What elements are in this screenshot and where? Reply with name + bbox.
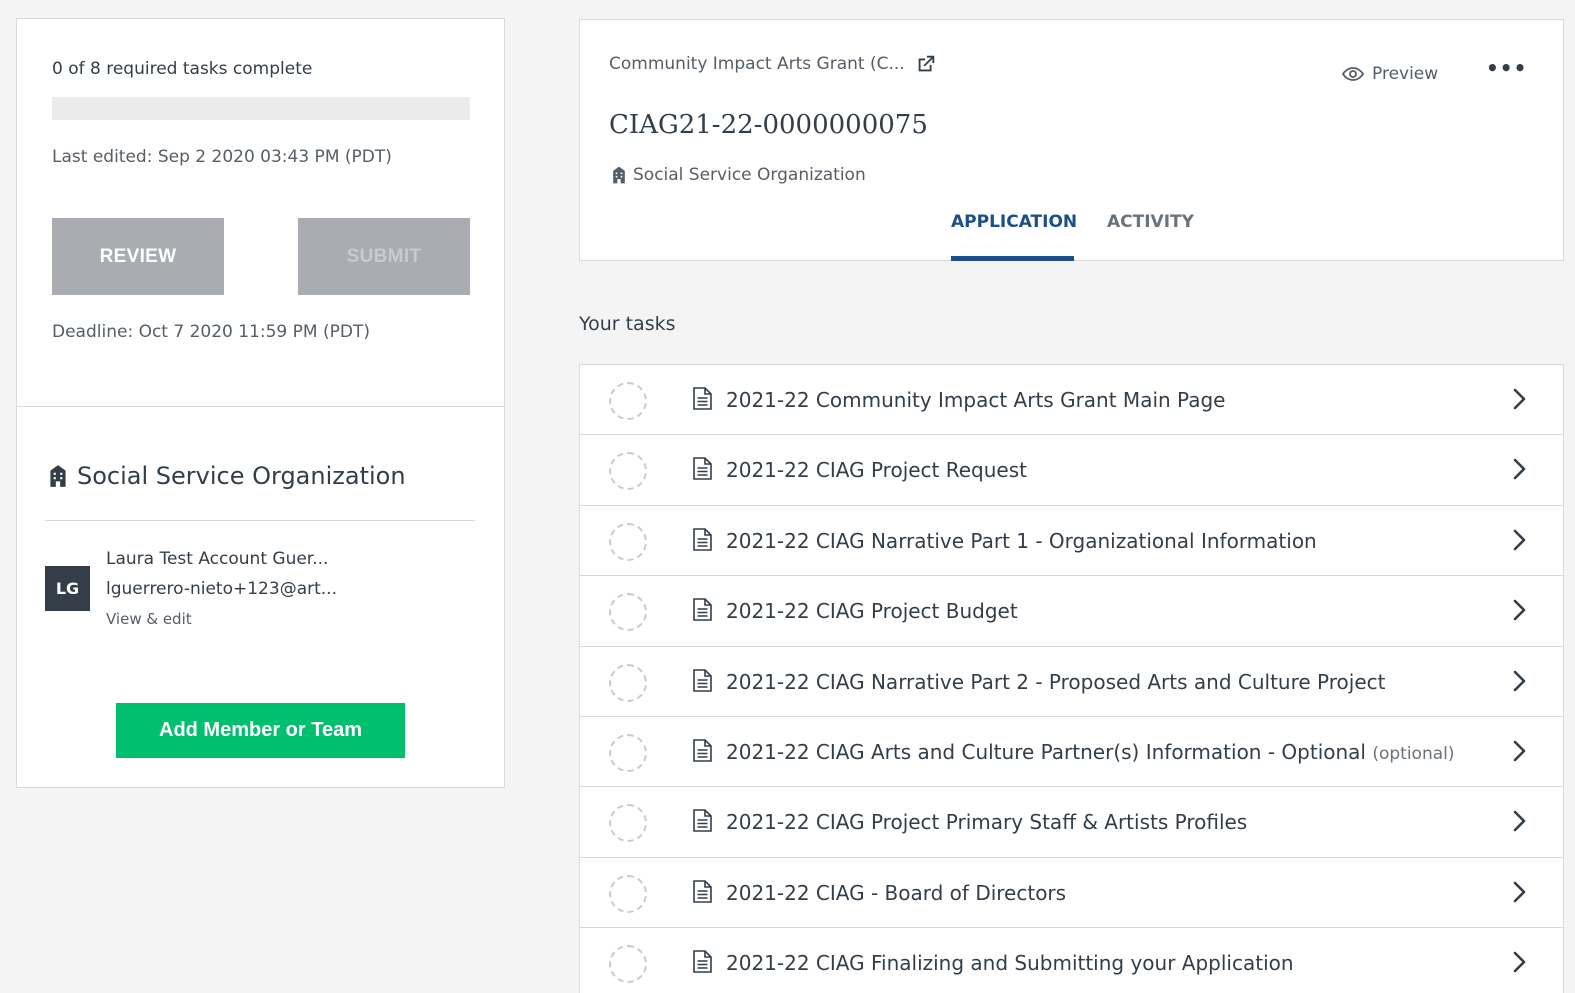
document-icon xyxy=(693,739,712,762)
task-label: 2021-22 CIAG - Board of Directors xyxy=(726,881,1066,905)
task-title: 2021-22 CIAG Finalizing and Submitting y… xyxy=(726,951,1294,976)
task-row[interactable]: 2021-22 CIAG Project Primary Staff & Art… xyxy=(580,787,1563,858)
progress-bar xyxy=(52,97,470,120)
organization-name: Social Service Organization xyxy=(77,462,406,490)
task-status-icon xyxy=(609,804,647,843)
chevron-right-icon xyxy=(1513,388,1526,410)
task-list: 2021-22 Community Impact Arts Grant Main… xyxy=(579,364,1564,993)
task-label: 2021-22 CIAG Arts and Culture Partner(s)… xyxy=(726,740,1455,764)
task-optional-tag: (optional) xyxy=(1372,743,1455,764)
application-status-card: 0 of 8 required tasks complete Last edit… xyxy=(16,18,505,788)
chevron-right-icon xyxy=(1513,740,1526,762)
task-status-icon xyxy=(609,382,647,420)
chevron-right-icon xyxy=(1513,951,1526,973)
task-label: 2021-22 CIAG Narrative Part 1 - Organiza… xyxy=(726,529,1317,553)
chevron-right-icon xyxy=(1513,459,1526,480)
preview-label: Preview xyxy=(1372,64,1439,84)
task-row[interactable]: 2021-22 CIAG Narrative Part 2 - Proposed… xyxy=(580,647,1563,717)
last-edited-text: Last edited: Sep 2 2020 03:43 PM (PDT) xyxy=(52,147,392,167)
task-row[interactable]: 2021-22 CIAG Project Request xyxy=(580,435,1563,506)
task-title: 2021-22 CIAG Arts and Culture Partner(s)… xyxy=(726,739,1366,764)
organization-heading: Social Service Organization xyxy=(45,462,406,490)
eye-icon xyxy=(1342,67,1364,81)
preview-button[interactable]: Preview xyxy=(1342,64,1438,84)
document-icon xyxy=(693,809,712,833)
view-edit-link[interactable]: View & edit xyxy=(106,610,192,628)
grant-name[interactable]: Community Impact Arts Grant (C... xyxy=(609,54,905,74)
task-label: 2021-22 CIAG Project Budget xyxy=(726,599,1018,623)
document-icon xyxy=(693,668,712,692)
deadline-text: Deadline: Oct 7 2020 11:59 PM (PDT) xyxy=(52,322,370,342)
divider xyxy=(17,406,504,407)
task-status-icon xyxy=(609,733,647,772)
document-icon xyxy=(693,527,712,551)
task-label: 2021-22 CIAG Finalizing and Submitting y… xyxy=(726,951,1294,975)
task-status-icon xyxy=(609,874,647,913)
task-row[interactable]: 2021-22 CIAG Narrative Part 1 - Organiza… xyxy=(580,506,1563,577)
task-status-icon xyxy=(609,593,647,632)
document-icon xyxy=(693,950,712,973)
task-label: 2021-22 CIAG Project Request xyxy=(726,458,1027,482)
task-row[interactable]: 2021-22 CIAG Project Budget xyxy=(580,576,1563,647)
task-row[interactable]: 2021-22 Community Impact Arts Grant Main… xyxy=(580,365,1563,436)
task-title: 2021-22 CIAG Project Primary Staff & Art… xyxy=(726,810,1248,835)
document-icon xyxy=(693,598,712,621)
chevron-right-icon xyxy=(1513,881,1526,903)
task-title: 2021-22 Community Impact Arts Grant Main… xyxy=(726,388,1226,412)
divider xyxy=(45,520,475,521)
task-row[interactable]: 2021-22 CIAG Finalizing and Submitting y… xyxy=(580,928,1563,993)
task-status-icon xyxy=(609,452,647,491)
tasks-heading: Your tasks xyxy=(579,313,676,335)
building-icon xyxy=(613,166,625,184)
task-title: 2021-22 CIAG Narrative Part 1 - Organiza… xyxy=(726,528,1317,553)
more-options-icon[interactable]: ••• xyxy=(1486,56,1527,80)
building-icon xyxy=(50,465,66,487)
progress-text: 0 of 8 required tasks complete xyxy=(52,59,313,79)
task-title: 2021-22 CIAG Project Request xyxy=(726,458,1027,483)
tab-application[interactable]: APPLICATION xyxy=(951,212,1077,261)
task-status-icon xyxy=(609,522,647,561)
member-email: lguerrero-nieto+123@art... xyxy=(106,579,337,599)
task-title: 2021-22 CIAG Narrative Part 2 - Proposed… xyxy=(726,669,1386,694)
task-row[interactable]: 2021-22 CIAG - Board of Directors xyxy=(580,858,1563,929)
application-organization-name: Social Service Organization xyxy=(633,165,866,185)
task-row[interactable]: 2021-22 CIAG Arts and Culture Partner(s)… xyxy=(580,717,1563,788)
tab-activity[interactable]: ACTIVITY xyxy=(1107,212,1194,261)
submit-button[interactable]: SUBMIT xyxy=(298,218,470,295)
chevron-right-icon xyxy=(1513,599,1526,621)
application-header-card: Community Impact Arts Grant (C... Previe… xyxy=(579,19,1564,261)
task-label: 2021-22 Community Impact Arts Grant Main… xyxy=(726,388,1225,412)
task-label: 2021-22 CIAG Narrative Part 2 - Proposed… xyxy=(726,670,1385,694)
review-button[interactable]: REVIEW xyxy=(52,218,224,295)
grant-link[interactable]: Community Impact Arts Grant (C... xyxy=(609,53,937,75)
avatar: LG xyxy=(45,566,90,611)
chevron-right-icon xyxy=(1513,670,1526,691)
chevron-right-icon xyxy=(1513,529,1526,551)
task-title: 2021-22 CIAG Project Budget xyxy=(726,599,1018,624)
application-organization: Social Service Organization xyxy=(609,165,866,185)
application-id: CIAG21-22-0000000075 xyxy=(609,110,928,140)
document-icon xyxy=(693,879,712,903)
external-link-icon[interactable] xyxy=(915,53,937,75)
task-label: 2021-22 CIAG Project Primary Staff & Art… xyxy=(726,810,1247,834)
member-name: Laura Test Account Guer... xyxy=(106,549,329,569)
document-icon xyxy=(693,387,712,410)
task-status-icon xyxy=(609,663,647,702)
document-icon xyxy=(693,457,712,481)
task-status-icon xyxy=(609,945,647,984)
task-title: 2021-22 CIAG - Board of Directors xyxy=(726,880,1067,905)
chevron-right-icon xyxy=(1513,811,1526,832)
add-member-button[interactable]: Add Member or Team xyxy=(116,703,405,758)
